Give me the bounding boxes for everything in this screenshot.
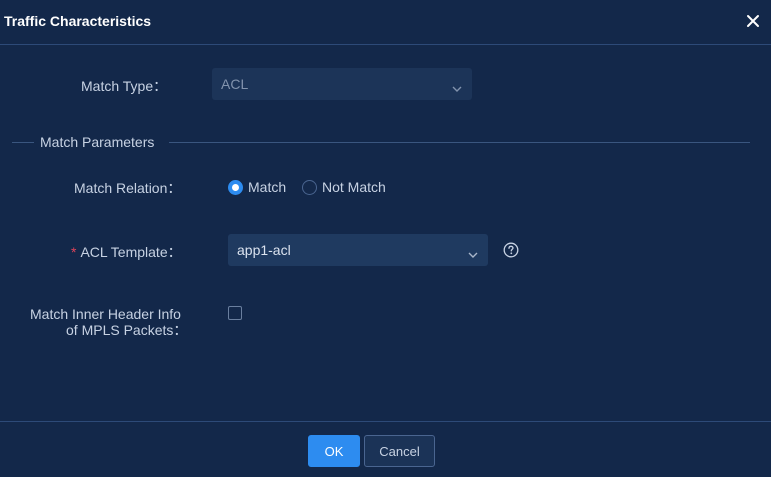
cancel-button[interactable]: Cancel [364,435,435,467]
required-mark: * [71,244,77,260]
section-divider-right [169,142,750,143]
match-type-select[interactable]: ACL [212,68,472,100]
help-icon[interactable] [503,242,519,258]
dialog-title: Traffic Characteristics [4,13,152,29]
dialog-header: Traffic Characteristics [0,0,771,45]
radio-not-match[interactable]: Not Match [302,178,386,196]
match-relation-label: Match Relation： [74,180,182,196]
match-parameters-title: Match Parameters [40,134,155,150]
radio-match-indicator [228,179,243,195]
chevron-down-icon [452,80,462,98]
close-icon[interactable] [744,12,762,30]
radio-not-match-label: Not Match [322,179,386,195]
acl-template-label: ACL Template： [80,244,182,260]
ok-button[interactable]: OK [308,435,360,467]
acl-template-value: app1-acl [237,242,291,258]
match-type-value: ACL [221,76,249,92]
radio-match[interactable]: Match [228,178,286,196]
acl-template-label-wrap: * ACL Template： [71,242,182,262]
radio-match-label: Match [248,179,287,195]
section-divider-left [12,142,34,143]
radio-not-match-indicator [302,179,317,195]
traffic-characteristics-dialog: Traffic Characteristics Match Type： ACL … [0,0,771,477]
mpls-label-line2: of MPLS Packets： [66,322,188,338]
chevron-down-icon [468,246,478,264]
mpls-inner-header-checkbox[interactable] [228,306,242,320]
acl-template-select[interactable]: app1-acl [228,234,488,266]
footer-divider [0,421,771,422]
match-type-label: Match Type： [81,78,168,94]
